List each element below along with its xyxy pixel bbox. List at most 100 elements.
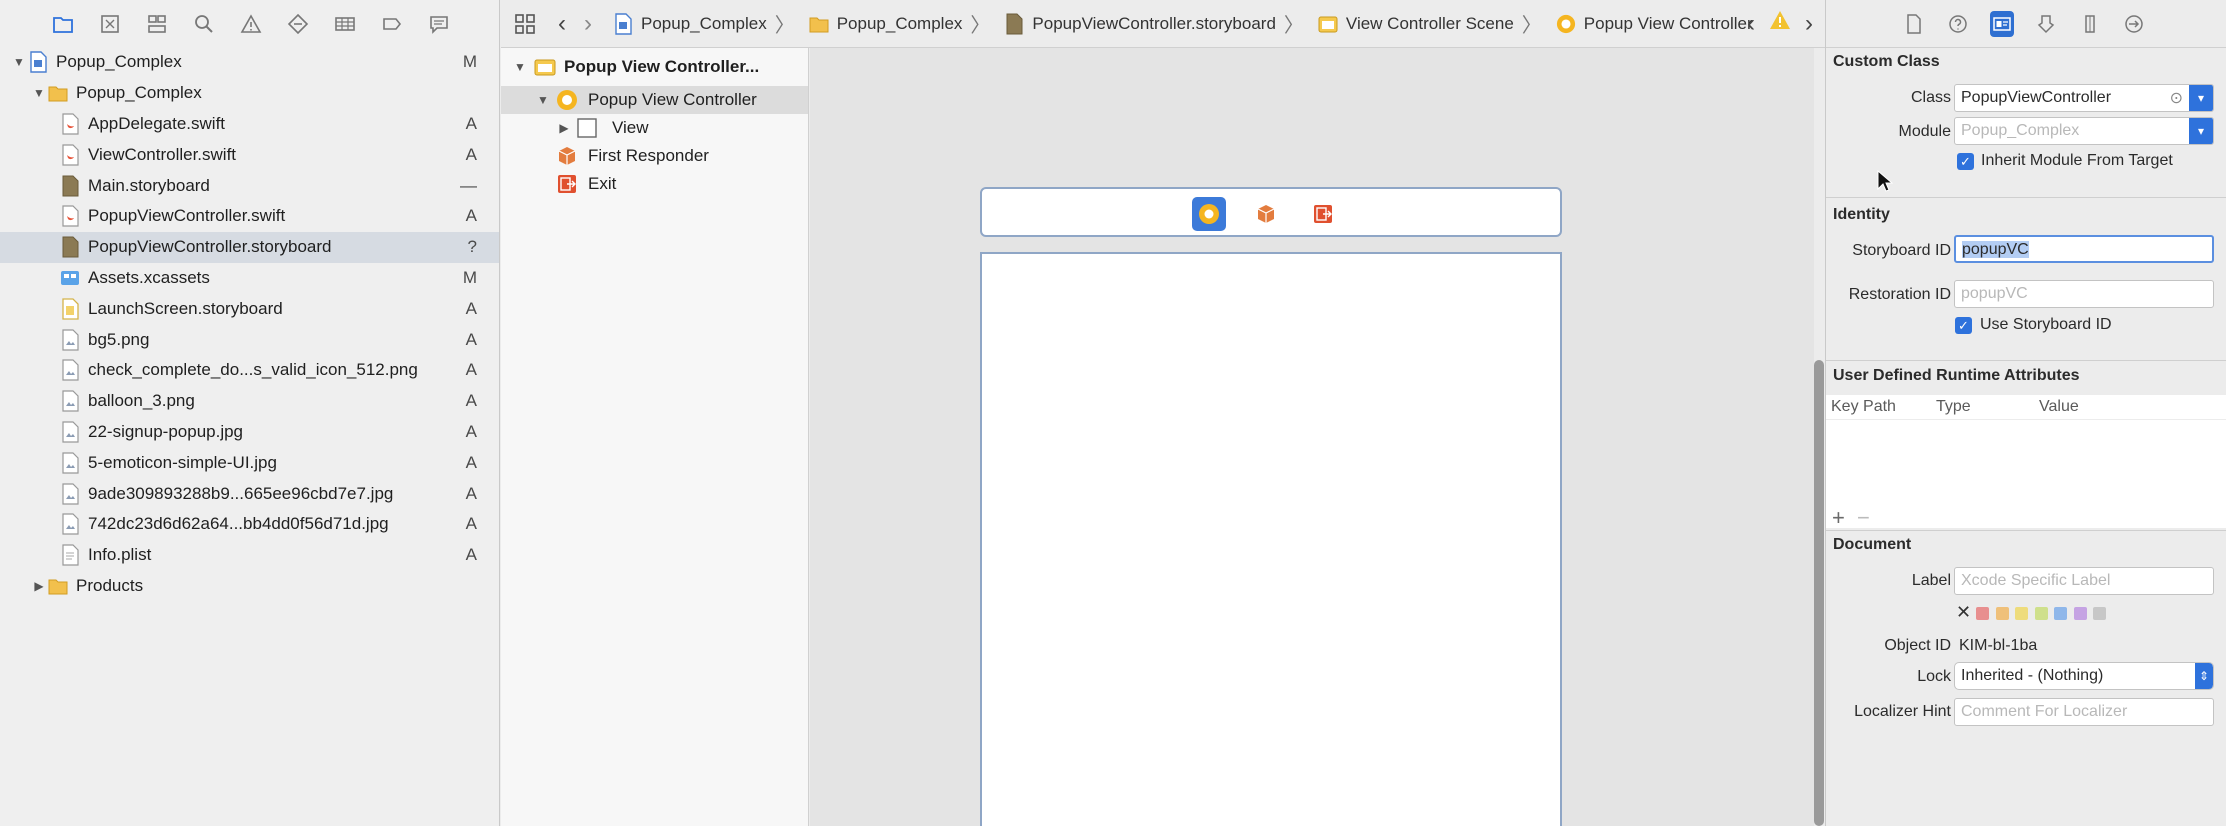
disclosure-closed-icon[interactable]: ▶ bbox=[557, 121, 571, 135]
image-file-icon bbox=[60, 482, 80, 505]
object-id-value: KIM-bl-1ba bbox=[1959, 637, 2038, 654]
outline-controller-row[interactable]: ▼ Popup View Controller bbox=[501, 86, 808, 114]
label-color-swatch[interactable] bbox=[2093, 607, 2106, 620]
breadcrumb-group[interactable]: Popup_Complex 〉 bbox=[809, 9, 990, 38]
outline-view-row[interactable]: ▶ View bbox=[501, 114, 808, 142]
dock-first-responder-icon[interactable] bbox=[1249, 197, 1283, 231]
quick-help-icon[interactable] bbox=[1946, 11, 1970, 37]
source-control-icon[interactable] bbox=[97, 11, 123, 37]
issue-navigator-warning-icon[interactable] bbox=[238, 11, 264, 37]
file-tree-row[interactable]: LaunchScreen.storyboard A bbox=[0, 293, 499, 324]
view-controller-view[interactable] bbox=[980, 252, 1562, 826]
disclosure-open-icon[interactable]: ▼ bbox=[513, 60, 527, 74]
next-issue-icon[interactable]: › bbox=[1805, 10, 1813, 38]
file-tree-row[interactable]: ▼ Popup_Complex bbox=[0, 78, 499, 109]
scene-dock[interactable] bbox=[980, 187, 1562, 237]
find-navigator-search-icon[interactable] bbox=[191, 11, 217, 37]
previous-issue-icon[interactable]: ‹ bbox=[1747, 10, 1755, 38]
outline-controller-label: Popup View Controller bbox=[588, 90, 757, 109]
forward-arrow-icon[interactable]: › bbox=[577, 10, 599, 37]
file-tree-row[interactable]: 22-signup-popup.jpg A bbox=[0, 417, 499, 448]
navigate-to-class-icon[interactable]: ⊙ bbox=[2170, 88, 2183, 108]
document-label-field[interactable]: Xcode Specific Label bbox=[1954, 567, 2214, 595]
disclosure-open-icon[interactable]: ▼ bbox=[536, 93, 550, 107]
disclosure-open-icon[interactable]: ▼ bbox=[12, 55, 26, 69]
back-arrow-icon[interactable]: ‹ bbox=[551, 10, 573, 37]
clear-label-color-icon[interactable]: ✕ bbox=[1956, 602, 1971, 623]
file-tree-row[interactable]: check_complete_do...s_valid_icon_512.png… bbox=[0, 355, 499, 386]
file-tree-row[interactable]: balloon_3.png A bbox=[0, 386, 499, 417]
breadcrumb-file[interactable]: PopupViewController.storyboard 〉 bbox=[1004, 9, 1304, 38]
dock-view-controller-icon[interactable] bbox=[1192, 197, 1226, 231]
attributes-inspector-icon[interactable] bbox=[2034, 11, 2058, 37]
runtime-attributes-table[interactable] bbox=[1826, 420, 2226, 528]
storyboard-id-field[interactable]: popupVC bbox=[1954, 235, 2214, 263]
file-tree-row[interactable]: ▶ Products bbox=[0, 571, 499, 602]
separator-icon: 〉 bbox=[774, 15, 795, 37]
file-tree-row[interactable]: ViewController.swift A bbox=[0, 139, 499, 170]
file-tree-row[interactable]: PopupViewController.storyboard? bbox=[0, 231, 499, 263]
view-icon bbox=[576, 117, 598, 139]
use-storyboard-id-checkbox[interactable]: ✓ bbox=[1955, 317, 1972, 334]
type-column-header[interactable]: Type bbox=[1936, 398, 1971, 416]
file-tree-row[interactable]: PopupViewController.swift A bbox=[0, 201, 499, 232]
file-inspector-icon[interactable] bbox=[1902, 11, 1926, 37]
remove-attribute-button[interactable]: − bbox=[1857, 505, 1870, 531]
breakpoint-navigator-icon[interactable] bbox=[379, 11, 405, 37]
breadcrumb-scene[interactable]: View Controller Scene 〉 bbox=[1318, 9, 1542, 38]
connections-inspector-icon[interactable] bbox=[2122, 11, 2146, 37]
label-color-swatch[interactable] bbox=[2073, 607, 2087, 620]
label-color-swatch[interactable] bbox=[2054, 607, 2067, 620]
file-tree-row[interactable]: 742dc23d6d62a64...bb4dd0f56d71d.jpg A bbox=[0, 509, 499, 540]
dock-exit-icon[interactable] bbox=[1306, 197, 1340, 231]
file-tree-row[interactable]: Assets.xcassets M bbox=[0, 263, 499, 294]
storyboard-file-icon bbox=[60, 236, 80, 258]
class-dropdown-chevron-icon[interactable]: ▾ bbox=[2189, 85, 2213, 111]
module-placeholder: Popup_Complex bbox=[1961, 122, 2080, 139]
localizer-hint-label: Localizer Hint bbox=[1854, 703, 1951, 720]
module-field[interactable]: Popup_Complex ▾ bbox=[1954, 117, 2214, 145]
outline-scene-row[interactable]: ▼ Popup View Controller... bbox=[501, 53, 808, 81]
localizer-hint-field[interactable]: Comment For Localizer bbox=[1954, 698, 2214, 726]
file-tree-row[interactable]: bg5.png A bbox=[0, 324, 499, 355]
class-field[interactable]: PopupViewController ⊙ ▾ bbox=[1954, 84, 2214, 112]
breadcrumb-controller[interactable]: Popup View Controller bbox=[1556, 13, 1753, 35]
issue-navigation: ‹ › bbox=[1747, 9, 1813, 38]
disclosure-closed-icon[interactable]: ▶ bbox=[32, 579, 46, 593]
file-tree-row[interactable]: ▼ Popup_Complex M bbox=[0, 47, 499, 78]
identity-inspector-icon[interactable] bbox=[1990, 10, 2014, 37]
lock-popup[interactable]: Inherited - (Nothing) ⇕ bbox=[1954, 662, 2214, 690]
label-color-swatch[interactable] bbox=[2015, 607, 2028, 620]
disclosure-open-icon[interactable]: ▼ bbox=[32, 86, 46, 100]
file-name-label: ViewController.swift bbox=[88, 144, 237, 164]
file-tree-row[interactable]: Info.plist A bbox=[0, 540, 499, 571]
label-color-swatch[interactable] bbox=[2034, 607, 2048, 620]
file-tree-row[interactable]: AppDelegate.swift A bbox=[0, 109, 499, 140]
label-color-swatch[interactable] bbox=[1976, 607, 1989, 620]
storyboard-canvas[interactable] bbox=[810, 48, 1814, 826]
related-items-grid-icon[interactable] bbox=[513, 12, 537, 36]
warning-icon[interactable] bbox=[1769, 9, 1791, 38]
outline-first-responder-row[interactable]: First Responder bbox=[501, 142, 808, 170]
symbol-navigator-icon[interactable] bbox=[144, 11, 170, 37]
size-inspector-icon[interactable] bbox=[2078, 11, 2102, 37]
file-tree-row[interactable]: Main.storyboard — bbox=[0, 170, 499, 201]
canvas-vertical-scrollbar[interactable] bbox=[1814, 360, 1824, 826]
file-tree-row[interactable]: 5-emoticon-simple-UI.jpg A bbox=[0, 447, 499, 478]
breadcrumb-project[interactable]: Popup_Complex 〉 bbox=[613, 9, 795, 38]
debug-navigator-icon[interactable] bbox=[332, 11, 358, 37]
add-attribute-button[interactable]: + bbox=[1832, 505, 1845, 531]
module-dropdown-chevron-icon[interactable]: ▾ bbox=[2189, 118, 2213, 144]
label-color-swatch[interactable] bbox=[1995, 607, 2009, 620]
lock-updown-chevron-icon[interactable]: ⇕ bbox=[2195, 663, 2213, 689]
file-tree-row[interactable]: 9ade309893288b9...665ee96cbd7e7.jpg A bbox=[0, 478, 499, 509]
report-navigator-icon[interactable] bbox=[426, 11, 452, 37]
outline-exit-row[interactable]: Exit bbox=[501, 170, 808, 198]
restoration-id-field[interactable]: popupVC bbox=[1954, 280, 2214, 308]
project-navigator-folder-icon[interactable] bbox=[50, 11, 76, 37]
value-column-header[interactable]: Value bbox=[2039, 398, 2079, 416]
test-navigator-diamond-icon[interactable] bbox=[285, 11, 311, 37]
source-control-status-badge: A bbox=[465, 483, 477, 503]
inherit-module-checkbox[interactable]: ✓ bbox=[1957, 153, 1974, 170]
key-path-column-header[interactable]: Key Path bbox=[1831, 398, 1896, 416]
